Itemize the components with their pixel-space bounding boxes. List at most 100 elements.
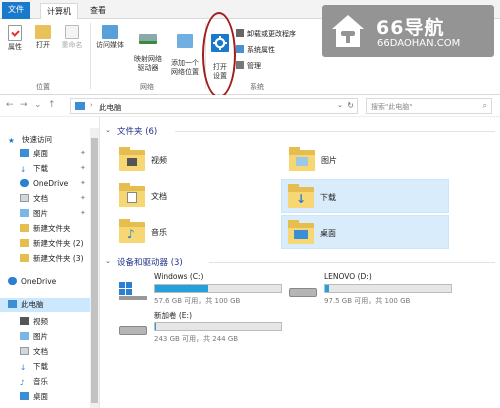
tab-computer[interactable]: 计算机 bbox=[40, 3, 78, 19]
watermark-subtitle: 66DAOHAN.COM bbox=[377, 38, 461, 49]
sidebar-item-label: 下载 bbox=[33, 362, 48, 371]
folder-icon bbox=[20, 224, 29, 232]
collapse-chevron-icon[interactable]: ⌄ bbox=[105, 257, 111, 265]
group-divider bbox=[209, 262, 495, 263]
folder-pictures[interactable]: 图片 bbox=[283, 143, 451, 177]
pin-icon: ✦ bbox=[80, 149, 86, 157]
network-drive-icon bbox=[139, 34, 157, 44]
sidebar-item-downloads[interactable]: ↓ 下载 bbox=[20, 162, 48, 176]
access-media-button[interactable]: 访问媒体 bbox=[94, 25, 126, 50]
drive-d[interactable]: LENOVO (D:) 97.5 GB 可用，共 100 GB bbox=[283, 272, 458, 306]
system-properties-button[interactable]: 系统属性 bbox=[236, 45, 275, 55]
sidebar-item-desktop[interactable]: 桌面 bbox=[20, 147, 48, 161]
watermark: 66导航 66DAOHAN.COM bbox=[322, 5, 494, 57]
pin-icon: ✦ bbox=[80, 209, 86, 217]
properties-label: 属性 bbox=[8, 43, 22, 51]
hard-drive-icon bbox=[119, 320, 147, 336]
star-icon: ★ bbox=[8, 136, 15, 145]
back-icon[interactable]: ← bbox=[6, 100, 14, 110]
sidebar-item-downloads-pc[interactable]: ↓ 下载 bbox=[20, 360, 48, 374]
pin-icon: ✦ bbox=[80, 194, 86, 202]
properties-button[interactable]: 属性 bbox=[4, 25, 26, 52]
navigation-pane: ★ 快速访问 桌面 ✦ ↓ 下载 ✦ OneDrive ✦ 文档 ✦ 图片 ✦ 新建… bbox=[0, 117, 100, 408]
refresh-icon[interactable]: ↻ bbox=[347, 101, 354, 110]
desktop-icon bbox=[20, 392, 29, 400]
sidebar-item-label: 音乐 bbox=[33, 377, 48, 386]
drive-usage-bar bbox=[324, 284, 452, 293]
sidebar-item-this-pc[interactable]: 此电脑 bbox=[0, 298, 90, 312]
manage-button[interactable]: 管理 bbox=[236, 61, 261, 71]
rename-button[interactable]: 重命名 bbox=[58, 25, 86, 50]
sidebar-item-videos[interactable]: 视频 bbox=[20, 315, 48, 329]
sidebar-item-new-folder-3[interactable]: 新建文件夹 (3) bbox=[20, 252, 84, 266]
uninstall-programs-button[interactable]: 卸载或更改程序 bbox=[236, 29, 296, 39]
properties-icon bbox=[8, 25, 22, 41]
add-network-location-button[interactable]: 添加一个 网络位置 bbox=[167, 25, 203, 86]
sidebar-item-label: OneDrive bbox=[33, 179, 69, 188]
sidebar-item-music[interactable]: ♪ 音乐 bbox=[20, 375, 48, 389]
drives-group-header[interactable]: 设备和驱动器 (3) bbox=[117, 256, 183, 268]
watermark-title: 66导航 bbox=[376, 17, 445, 39]
sidebar-item-onedrive[interactable]: OneDrive bbox=[8, 275, 56, 289]
folder-downloads[interactable]: ↓ 下载 bbox=[281, 179, 449, 213]
pc-icon bbox=[8, 300, 17, 308]
group-location-label: 位置 bbox=[36, 83, 50, 91]
sidebar-item-pictures[interactable]: 图片 bbox=[20, 207, 48, 221]
sidebar-item-label: OneDrive bbox=[21, 277, 57, 286]
group-divider bbox=[90, 23, 91, 89]
download-icon: ↓ bbox=[20, 363, 27, 372]
sidebar-item-label: 图片 bbox=[33, 332, 48, 341]
drive-e[interactable]: 新加卷 (E:) 243 GB 可用，共 244 GB bbox=[113, 310, 288, 344]
breadcrumb: 此电脑 bbox=[99, 103, 122, 112]
windows-drive-icon bbox=[119, 282, 147, 300]
address-box[interactable]: › 此电脑 ⌄ ↻ bbox=[70, 98, 358, 114]
sidebar-item-documents[interactable]: 文档 bbox=[20, 192, 48, 206]
map-drive-button[interactable]: 映射网络 驱动器 bbox=[130, 25, 166, 82]
cloud-icon bbox=[20, 179, 29, 187]
folder-label: 音乐 bbox=[151, 228, 167, 237]
forward-icon[interactable]: → bbox=[20, 100, 28, 110]
up-icon[interactable]: ↑ bbox=[48, 100, 56, 110]
folder-label: 下载 bbox=[320, 193, 336, 202]
drive-c[interactable]: Windows (C:) 57.6 GB 可用，共 100 GB bbox=[113, 272, 288, 306]
folders-group-header[interactable]: 文件夹 (6) bbox=[117, 125, 157, 137]
breadcrumb-chevron-icon: › bbox=[90, 101, 93, 109]
folder-music[interactable]: ♪ 音乐 bbox=[113, 215, 281, 249]
sidebar-item-label: 新建文件夹 (2) bbox=[33, 239, 84, 248]
open-button[interactable]: 打开 bbox=[32, 25, 54, 50]
sidebar-item-label: 文档 bbox=[33, 194, 48, 203]
folder-videos[interactable]: 视频 bbox=[113, 143, 281, 177]
add-network-location-label: 添加一个 网络位置 bbox=[171, 59, 199, 76]
folder-desktop[interactable]: 桌面 bbox=[281, 215, 449, 249]
rename-icon bbox=[65, 25, 79, 39]
recent-chevron-icon[interactable]: ⌄ bbox=[34, 100, 42, 110]
sidebar-item-label: 桌面 bbox=[33, 149, 48, 158]
search-input[interactable]: 搜索"此电脑" ⌕ bbox=[366, 98, 492, 114]
sidebar-scrollbar-thumb[interactable] bbox=[91, 138, 98, 403]
sidebar-item-new-folder-2[interactable]: 新建文件夹 (2) bbox=[20, 237, 84, 251]
document-icon bbox=[20, 347, 29, 355]
pin-icon: ✦ bbox=[80, 164, 86, 172]
sidebar-item-onedrive-quick[interactable]: OneDrive bbox=[20, 177, 68, 191]
address-dropdown-icon[interactable]: ⌄ bbox=[337, 101, 343, 109]
sidebar-item-new-folder[interactable]: 新建文件夹 bbox=[20, 222, 71, 236]
uninstall-label: 卸载或更改程序 bbox=[247, 30, 296, 38]
picture-icon bbox=[20, 209, 29, 217]
tab-file[interactable]: 文件 bbox=[2, 2, 30, 19]
sidebar-item-quick-access[interactable]: ★ 快速访问 bbox=[8, 133, 52, 147]
folder-documents[interactable]: 文档 bbox=[113, 179, 281, 213]
sidebar-item-documents-pc[interactable]: 文档 bbox=[20, 345, 48, 359]
group-divider bbox=[175, 131, 495, 132]
desktop-folder-icon bbox=[288, 220, 314, 244]
desktop-icon bbox=[20, 149, 29, 157]
pc-icon bbox=[75, 102, 85, 110]
tab-view[interactable]: 查看 bbox=[84, 3, 112, 19]
folder-icon bbox=[20, 254, 29, 262]
sidebar-item-desktop-pc[interactable]: 桌面 bbox=[20, 390, 48, 404]
document-folder-icon bbox=[119, 183, 145, 207]
collapse-chevron-icon[interactable]: ⌄ bbox=[105, 126, 111, 134]
sidebar-item-pictures-pc[interactable]: 图片 bbox=[20, 330, 48, 344]
network-location-icon bbox=[177, 34, 193, 48]
address-bar-row: ← → ⌄ ↑ › 此电脑 ⌄ ↻ 搜索"此电脑" ⌕ bbox=[0, 95, 500, 117]
sidebar-item-label: 新建文件夹 bbox=[33, 224, 71, 233]
